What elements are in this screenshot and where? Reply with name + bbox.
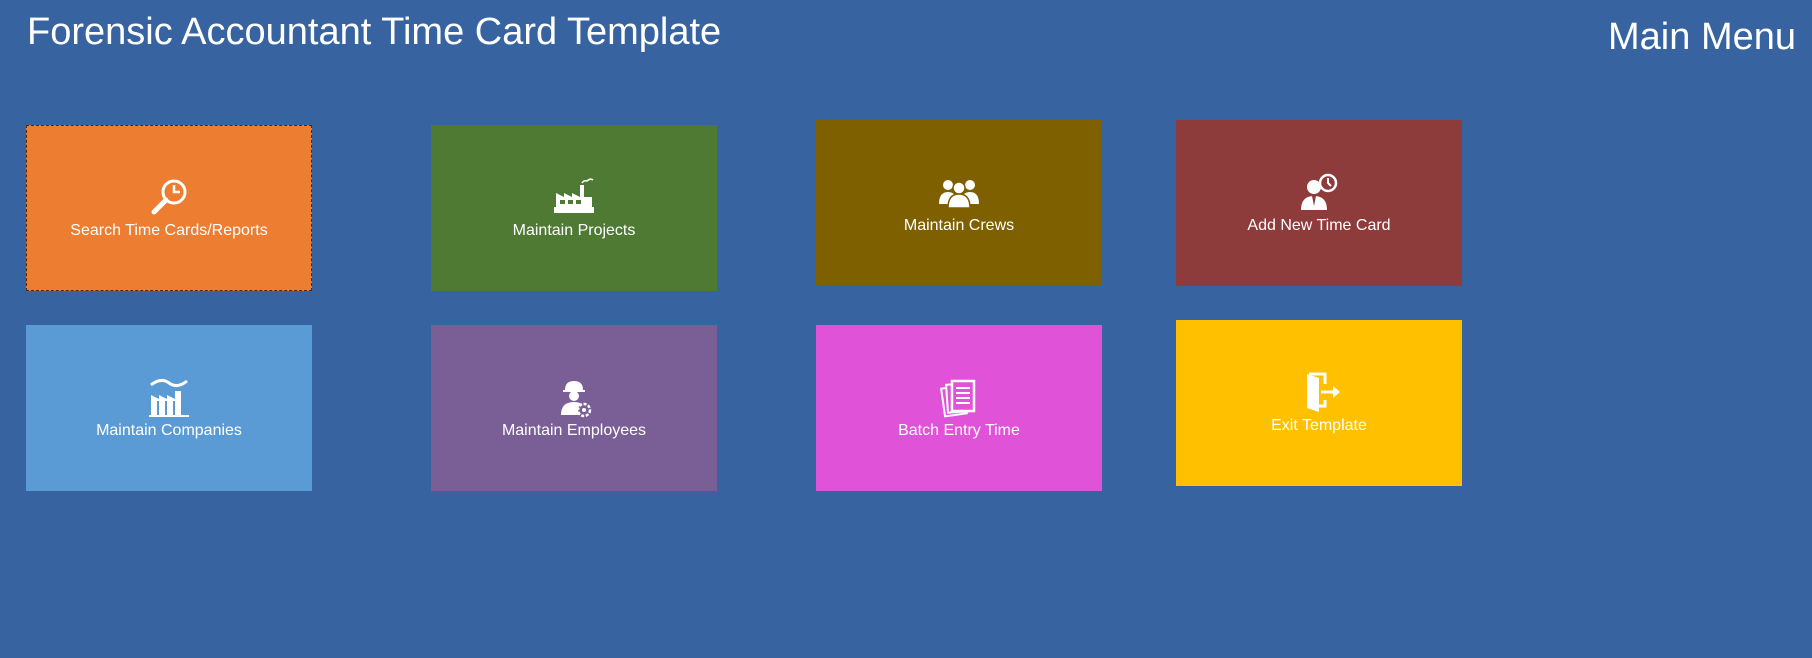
- exit-door-icon: [1293, 370, 1345, 414]
- search-report-icon: [143, 175, 195, 219]
- tile-label: Exit Template: [1271, 417, 1367, 434]
- tile-label: Batch Entry Time: [898, 422, 1020, 439]
- employee-clock-icon: [1293, 170, 1345, 214]
- documents-icon: [933, 375, 985, 419]
- tile-label: Maintain Projects: [512, 222, 636, 239]
- app-title: Forensic Accountant Time Card Template: [27, 11, 722, 53]
- batch-entry-time-button[interactable]: Batch Entry Time: [816, 325, 1102, 491]
- tile-label: Add New Time Card: [1247, 217, 1391, 234]
- maintain-employees-button[interactable]: Maintain Employees: [431, 325, 717, 491]
- tile-label: Maintain Companies: [96, 422, 242, 439]
- worker-gear-icon: [548, 375, 600, 419]
- factory-icon: [548, 175, 600, 219]
- add-new-time-card-button[interactable]: Add New Time Card: [1176, 120, 1462, 286]
- search-time-cards-button[interactable]: Search Time Cards/Reports: [26, 125, 312, 291]
- exit-template-button[interactable]: Exit Template: [1176, 320, 1462, 486]
- tile-label: Search Time Cards/Reports: [70, 222, 268, 239]
- maintain-projects-button[interactable]: Maintain Projects: [431, 125, 717, 291]
- maintain-crews-button[interactable]: Maintain Crews: [816, 120, 1102, 286]
- maintain-companies-button[interactable]: Maintain Companies: [26, 325, 312, 491]
- crew-icon: [933, 170, 985, 214]
- menu-title: Main Menu: [1608, 16, 1796, 58]
- tile-label: Maintain Employees: [501, 422, 647, 439]
- tile-label: Maintain Crews: [903, 217, 1015, 234]
- company-building-icon: [143, 375, 195, 419]
